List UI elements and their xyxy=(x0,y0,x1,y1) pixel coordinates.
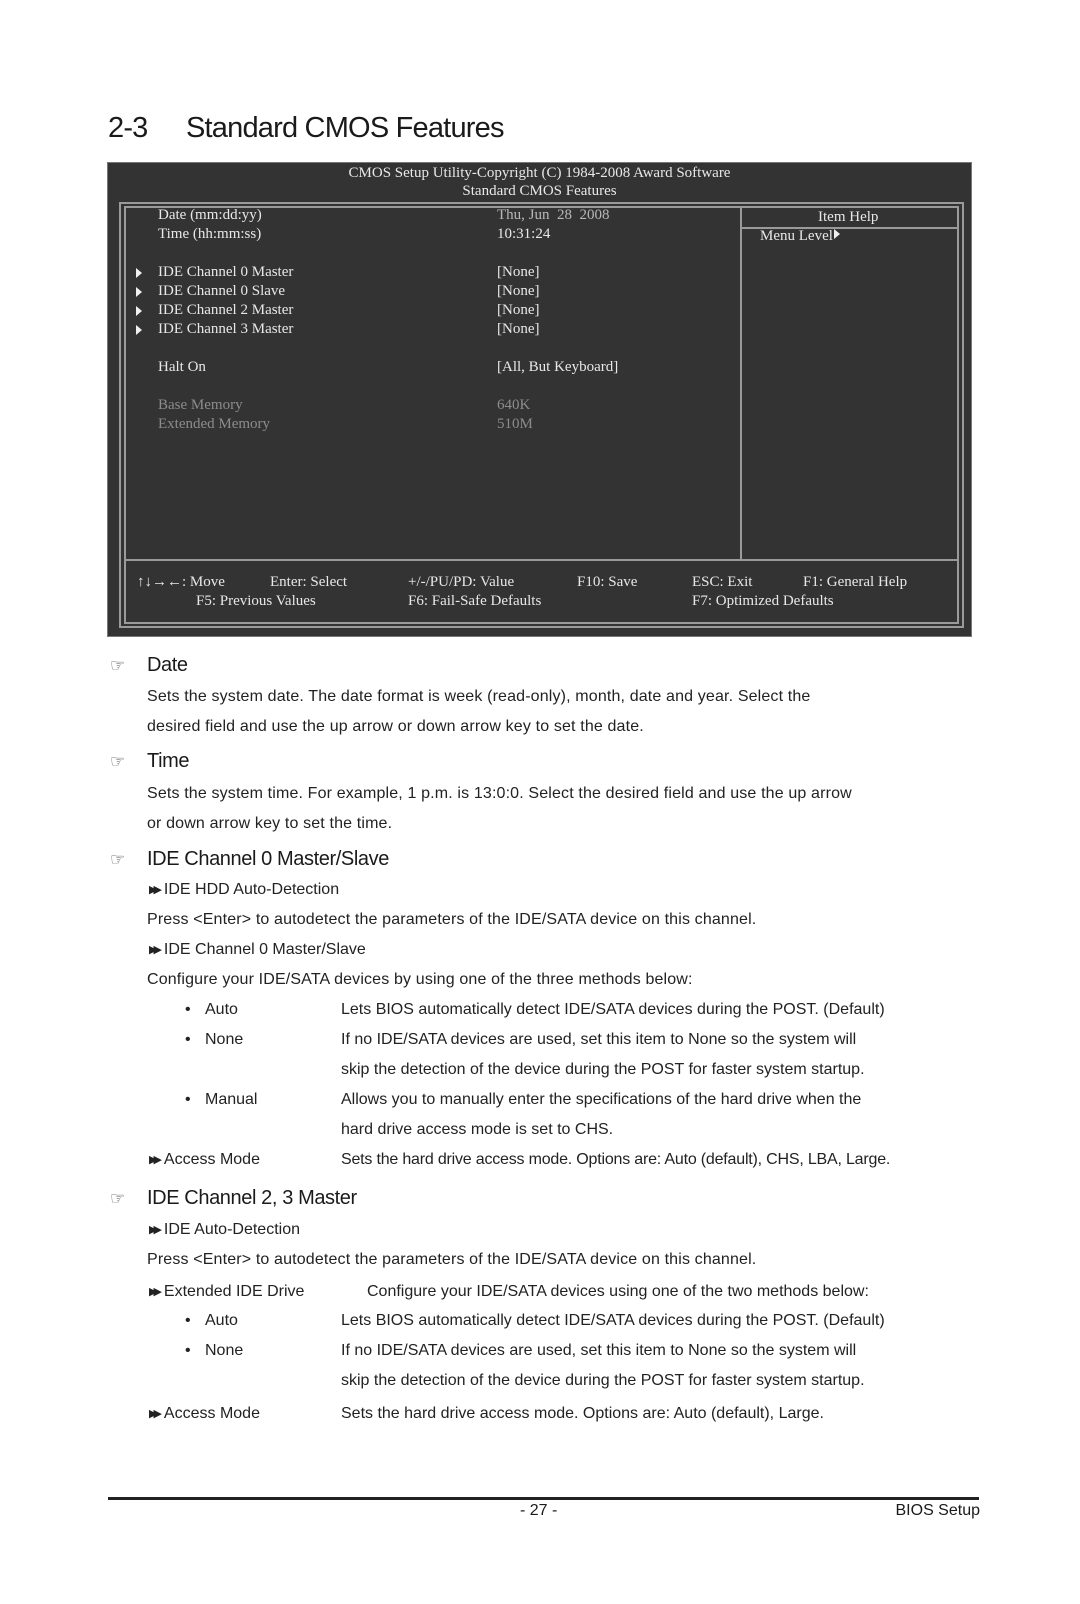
ide23-access-desc: Sets the hard drive access mode. Options… xyxy=(341,1405,824,1422)
option-auto-desc: Lets BIOS automatically detect IDE/SATA … xyxy=(341,1001,885,1018)
ide01-ms-desc: Configure your IDE/SATA devices by using… xyxy=(147,971,693,988)
bios-item-label[interactable]: IDE Channel 0 Slave xyxy=(158,283,285,300)
date-desc-line: Sets the system date. The date format is… xyxy=(147,688,811,705)
submenu-arrow-icon xyxy=(136,325,142,335)
ide01-access-desc: Sets the hard drive access mode. Options… xyxy=(341,1151,891,1168)
ide01-autodetect-desc: Press <Enter> to autodetect the paramete… xyxy=(147,911,757,928)
key-previous-values: F5: Previous Values xyxy=(196,593,316,609)
footer-rule xyxy=(108,1497,979,1500)
bios-item-value[interactable]: [None] xyxy=(497,283,539,300)
option-none-desc: skip the detection of the device during … xyxy=(341,1372,865,1389)
bios-item-value[interactable]: [None] xyxy=(497,264,539,281)
submenu-arrow-icon xyxy=(136,287,142,297)
time-desc-line: Sets the system time. For example, 1 p.m… xyxy=(147,785,852,802)
ide01-heading: ☞ IDE Channel 0 Master/Slave xyxy=(110,848,389,870)
time-desc-line: or down arrow key to set the time. xyxy=(147,815,393,832)
ide23-autodetect-desc: Press <Enter> to autodetect the paramete… xyxy=(147,1251,757,1268)
option-none-desc: If no IDE/SATA devices are used, set thi… xyxy=(341,1031,857,1048)
bios-item-label[interactable]: Time (hh:mm:ss) xyxy=(158,226,261,243)
option-none: • None xyxy=(185,1031,244,1048)
option-none-desc: skip the detection of the device during … xyxy=(341,1061,865,1078)
bios-item-label[interactable]: IDE Channel 0 Master xyxy=(158,264,293,281)
pointing-hand-icon: ☞ xyxy=(110,752,125,771)
double-arrow-icon: ▶▶ xyxy=(149,884,162,896)
menu-level: Menu Level xyxy=(760,228,840,245)
option-auto-desc: Lets BIOS automatically detect IDE/SATA … xyxy=(341,1312,885,1329)
option-manual-desc: Allows you to manually enter the specifi… xyxy=(341,1091,862,1108)
item-help-title: Item Help xyxy=(818,209,879,225)
page-number: - 27 - xyxy=(520,1502,558,1519)
bios-copyright: CMOS Setup Utility-Copyright (C) 1984-20… xyxy=(348,165,731,181)
key-exit: ESC: Exit xyxy=(692,574,753,590)
bios-screen-title: Standard CMOS Features xyxy=(462,183,617,199)
footer-section: BIOS Setup xyxy=(895,1502,981,1519)
key-select: Enter: Select xyxy=(270,574,348,590)
menu-level-label: Menu Level xyxy=(760,228,833,244)
option-none-desc: If no IDE/SATA devices are used, set thi… xyxy=(341,1342,857,1359)
option-none: • None xyxy=(185,1342,244,1359)
option-auto: • Auto xyxy=(185,1312,238,1329)
section-title: Standard CMOS Features xyxy=(186,112,504,144)
bios-item-value[interactable]: [None] xyxy=(497,302,539,319)
page-heading: 2-3 Standard CMOS Features xyxy=(108,112,504,145)
double-arrow-icon: ▶▶ xyxy=(149,944,162,956)
bios-item-label[interactable]: IDE Channel 3 Master xyxy=(158,321,293,338)
ide01-access-label: ▶▶ Access Mode xyxy=(149,1151,260,1168)
submenu-arrow-icon xyxy=(136,306,142,316)
help-divider xyxy=(740,206,742,560)
bios-item-label[interactable]: Halt On xyxy=(158,359,206,376)
section-number: 2-3 xyxy=(108,112,148,144)
bios-item-value[interactable]: 10:31:24 xyxy=(497,226,550,243)
double-arrow-icon: ▶▶ xyxy=(149,1408,162,1420)
bios-item-value[interactable]: Thu, Jun 28 2008 xyxy=(497,207,610,224)
ide23-heading: ☞ IDE Channel 2, 3 Master xyxy=(110,1187,357,1209)
option-manual-desc: hard drive access mode is set to CHS. xyxy=(341,1121,614,1138)
pointing-hand-icon: ☞ xyxy=(110,656,125,675)
ide23-ext-label: ▶▶ Extended IDE Drive xyxy=(149,1283,305,1300)
bios-item-label[interactable]: IDE Channel 2 Master xyxy=(158,302,293,319)
key-value: +/-/PU/PD: Value xyxy=(408,574,515,590)
key-optimized: F7: Optimized Defaults xyxy=(692,593,834,609)
ide23-access-label: ▶▶ Access Mode xyxy=(149,1405,260,1422)
key-general-help: F1: General Help xyxy=(803,574,908,590)
bios-item-label: Base Memory xyxy=(158,397,243,413)
bios-item-label: Extended Memory xyxy=(158,416,271,432)
menu-level-arrow-icon xyxy=(833,229,840,239)
bios-item-value[interactable]: [None] xyxy=(497,321,539,338)
date-heading: ☞ Date xyxy=(110,654,188,676)
key-move: ↑↓→←: Move xyxy=(137,574,225,590)
option-manual: • Manual xyxy=(185,1091,258,1108)
date-desc-line: desired field and use the up arrow or do… xyxy=(147,718,644,735)
keys-divider xyxy=(124,559,959,561)
bios-item-value[interactable]: [All, But Keyboard] xyxy=(497,359,618,376)
ide23-autodetect-label: ▶▶ IDE Auto-Detection xyxy=(149,1221,300,1238)
bios-item-value: 640K xyxy=(497,397,531,413)
ide23-ext-desc: Configure your IDE/SATA devices using on… xyxy=(367,1283,869,1300)
submenu-arrow-icon xyxy=(136,268,142,278)
pointing-hand-icon: ☞ xyxy=(110,850,125,869)
bios-screen: CMOS Setup Utility-Copyright (C) 1984-20… xyxy=(107,162,972,637)
bios-item-label[interactable]: Date (mm:dd:yy) xyxy=(158,207,262,224)
pointing-hand-icon: ☞ xyxy=(110,1189,125,1208)
ide01-autodetect-label: ▶▶ IDE HDD Auto-Detection xyxy=(149,881,340,898)
key-fail-safe: F6: Fail-Safe Defaults xyxy=(408,593,542,609)
time-heading: ☞ Time xyxy=(110,750,190,772)
double-arrow-icon: ▶▶ xyxy=(149,1286,162,1298)
double-arrow-icon: ▶▶ xyxy=(149,1154,162,1166)
key-save: F10: Save xyxy=(577,574,638,590)
ide01-ms-label: ▶▶ IDE Channel 0 Master/Slave xyxy=(149,941,366,958)
bios-item-value: 510M xyxy=(497,416,533,432)
option-auto: • Auto xyxy=(185,1001,238,1018)
double-arrow-icon: ▶▶ xyxy=(149,1224,162,1236)
